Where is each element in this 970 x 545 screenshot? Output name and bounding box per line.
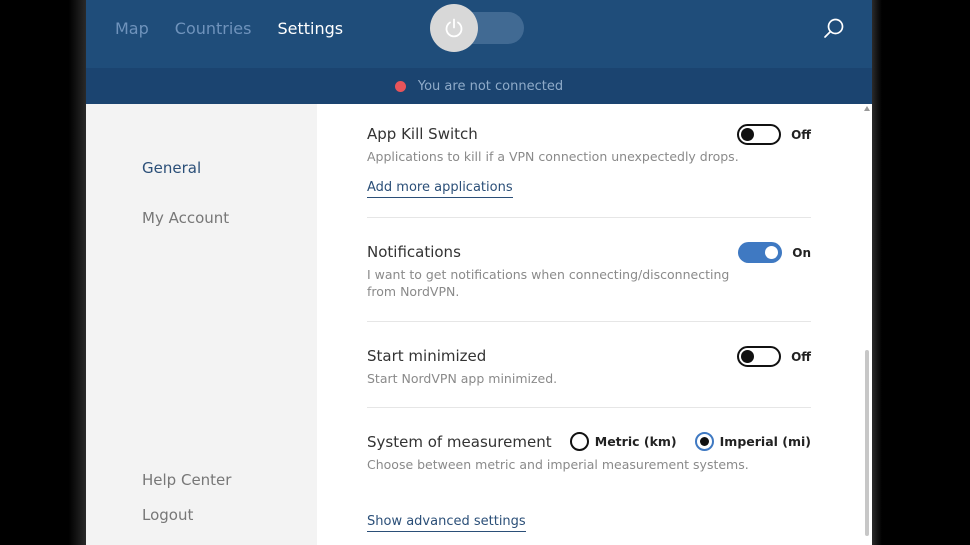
- sidebar-item-my-account[interactable]: My Account: [142, 209, 229, 227]
- setting-notifications: Notifications I want to get notification…: [367, 242, 811, 300]
- setting-measurement: System of measurement Choose between met…: [367, 432, 811, 473]
- divider: [367, 321, 811, 322]
- status-dot: [394, 80, 406, 92]
- setting-description: I want to get notifications when connect…: [367, 267, 730, 299]
- settings-content: App Kill Switch Applications to kill if …: [317, 104, 872, 545]
- connect-toggle[interactable]: [430, 4, 524, 52]
- setting-description: Choose between metric and imperial measu…: [367, 457, 749, 472]
- sidebar-item-help-center[interactable]: Help Center: [142, 471, 231, 489]
- show-advanced-settings-link[interactable]: Show advanced settings: [367, 514, 526, 532]
- scroll-thumb[interactable]: [865, 350, 869, 536]
- radio-metric[interactable]: Metric (km): [569, 432, 677, 451]
- measurement-radio-group: Metric (km) Imperial (mi): [569, 432, 811, 451]
- window-frame-left: [0, 0, 86, 545]
- setting-kill-switch: App Kill Switch Applications to kill if …: [367, 124, 811, 165]
- toggle-state-label: Off: [791, 349, 811, 364]
- search-icon[interactable]: [822, 17, 846, 41]
- sidebar-item-general[interactable]: General: [142, 159, 201, 177]
- window-frame-right: [872, 0, 970, 545]
- connection-status: You are not connected: [86, 68, 872, 104]
- add-more-applications-link[interactable]: Add more applications: [367, 180, 513, 198]
- scroll-up-arrow-icon[interactable]: [864, 106, 870, 111]
- tab-countries[interactable]: Countries: [175, 18, 252, 40]
- main-nav: Map Countries Settings: [115, 18, 343, 40]
- radio-button[interactable]: [569, 432, 589, 451]
- radio-button[interactable]: [694, 432, 714, 451]
- power-icon[interactable]: [430, 4, 478, 52]
- status-text: You are not connected: [417, 78, 564, 94]
- setting-start-minimized: Start minimized Start NordVPN app minimi…: [367, 346, 811, 387]
- notifications-toggle[interactable]: On: [738, 242, 811, 263]
- toggle-switch[interactable]: [737, 346, 782, 367]
- radio-label: Metric (km): [594, 434, 677, 449]
- toggle-switch[interactable]: [737, 124, 782, 145]
- divider: [367, 407, 811, 408]
- settings-sidebar: General My Account Help Center Logout: [86, 104, 317, 545]
- sidebar-item-logout[interactable]: Logout: [142, 506, 193, 524]
- header: Map Countries Settings You are not conne…: [86, 0, 872, 104]
- setting-description: Start NordVPN app minimized.: [367, 371, 558, 386]
- app-window: Map Countries Settings You are not conne…: [86, 0, 872, 545]
- toggle-state-label: On: [792, 245, 811, 260]
- setting-description: Applications to kill if a VPN connection…: [367, 149, 739, 164]
- start-minimized-toggle[interactable]: Off: [737, 346, 811, 367]
- radio-label: Imperial (mi): [719, 434, 811, 449]
- radio-imperial[interactable]: Imperial (mi): [694, 432, 811, 451]
- toggle-switch[interactable]: [738, 242, 783, 263]
- toggle-state-label: Off: [791, 127, 811, 142]
- divider: [367, 217, 811, 218]
- tab-settings[interactable]: Settings: [277, 18, 343, 40]
- scrollbar[interactable]: [862, 104, 872, 545]
- kill-switch-toggle[interactable]: Off: [737, 124, 811, 145]
- tab-map[interactable]: Map: [115, 18, 149, 40]
